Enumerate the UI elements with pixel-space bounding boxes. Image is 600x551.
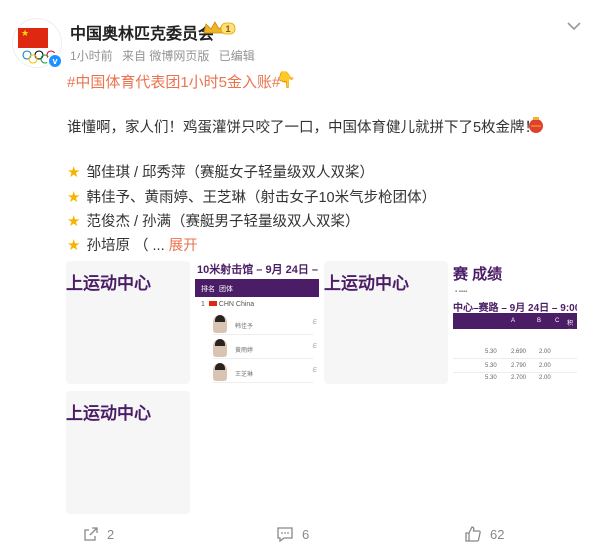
- post-text: 谁懂啊，家人们！鸡蛋灌饼只咬了一口，中国体育健儿就拼下了5枚金牌！: [67, 120, 540, 136]
- share-count: 2: [107, 526, 115, 542]
- table-header: 排名 团体: [195, 279, 319, 297]
- table-row: 5.30 2.790 2.00: [453, 361, 577, 373]
- star-icon: ★: [67, 189, 81, 206]
- results-subtitle: 中心–赛路 – 9月 24日 – 9:00: [453, 303, 577, 314]
- table-row: 5.30 2.690 2.00: [453, 347, 577, 359]
- red-lantern-emoji-icon: [529, 117, 543, 133]
- share-icon: [84, 527, 98, 541]
- results-title: 赛 成绩: [453, 266, 503, 283]
- account-name[interactable]: 中国奥林匹克委员会: [70, 20, 214, 44]
- winner-line: ★ 邹佳琪 / 邱秀萍（赛艇女子轻量级双人双桨）: [67, 164, 375, 181]
- like-button[interactable]: 62: [464, 522, 504, 546]
- table-header: A B C 积分: [453, 313, 577, 336]
- verified-badge-icon: v: [47, 53, 63, 69]
- image-thumbnail[interactable]: 上运动中心: [66, 261, 190, 384]
- winner-line: ★ 韩佳予、黄雨婷、王芝琳（射击女子10米气步枪团体）: [67, 189, 437, 206]
- chevron-down-icon[interactable]: [562, 14, 586, 38]
- venue-label: 上运动中心: [324, 274, 409, 293]
- winner-line: ★ 孙培原 （ ... 展开: [67, 237, 198, 254]
- china-flag-icon: ★: [18, 28, 48, 48]
- share-button[interactable]: 2: [83, 522, 114, 546]
- country-row: 1 CHN China: [201, 301, 255, 308]
- like-count: 62: [490, 526, 505, 542]
- image-thumbnail[interactable]: 赛 成绩 ▪ ▪▪▪▪ 中心–赛路 – 9月 24日 – 9:00 A B C …: [453, 261, 577, 384]
- comment-icon: [277, 527, 293, 542]
- venue-label: 上运动中心: [66, 274, 151, 293]
- winner-line: ★ 范俊杰 / 孙满（赛艇男子轻量级双人双桨）: [67, 213, 360, 230]
- athlete-photo: [213, 363, 227, 381]
- post-time[interactable]: 1小时前: [70, 49, 113, 63]
- comment-count: 6: [302, 526, 310, 542]
- post-meta: 1小时前 来自 微博网页版 已编辑: [70, 47, 261, 64]
- thumbs-up-icon: [465, 526, 481, 542]
- athlete-row: 王芝琳 E: [213, 361, 317, 383]
- hashtag-link[interactable]: #中国体育代表团1小时5金入账#: [67, 71, 280, 92]
- image-thumbnail[interactable]: 上运动中心: [66, 391, 190, 514]
- action-bar: 2 6 62: [0, 522, 600, 546]
- post-source: 来自 微博网页版: [122, 49, 210, 63]
- athlete-row: 韩佳予 E: [213, 313, 317, 335]
- athlete-row: 黄雨婷 E: [213, 337, 317, 359]
- avatar[interactable]: ★ v: [12, 18, 63, 69]
- vip-crown-icon[interactable]: 1: [202, 19, 236, 37]
- vip-level: 1: [225, 24, 230, 34]
- image-thumbnail[interactable]: 上运动中心: [324, 261, 448, 384]
- athlete-photo: [213, 315, 227, 333]
- star-icon: ★: [67, 237, 81, 254]
- table-row: 5.30 2.700 2.00: [453, 373, 577, 384]
- image-thumbnail[interactable]: 10米射击馆 – 9月 24日 – 8:3 排名 团体 1 CHN China …: [195, 261, 319, 384]
- star-icon: ★: [67, 213, 81, 230]
- star-icon: ★: [67, 164, 81, 181]
- shooting-title: 10米射击馆 – 9月 24日 – 8:3: [197, 264, 319, 276]
- pointing-hand-icon: 👇: [276, 72, 296, 89]
- venue-label: 上运动中心: [66, 404, 151, 423]
- athlete-photo: [213, 339, 227, 357]
- comment-button[interactable]: 6: [276, 522, 309, 546]
- expand-link[interactable]: 展开: [169, 238, 198, 254]
- results-caption: ▪ ▪▪▪▪: [455, 289, 468, 295]
- edited-label[interactable]: 已编辑: [219, 49, 255, 63]
